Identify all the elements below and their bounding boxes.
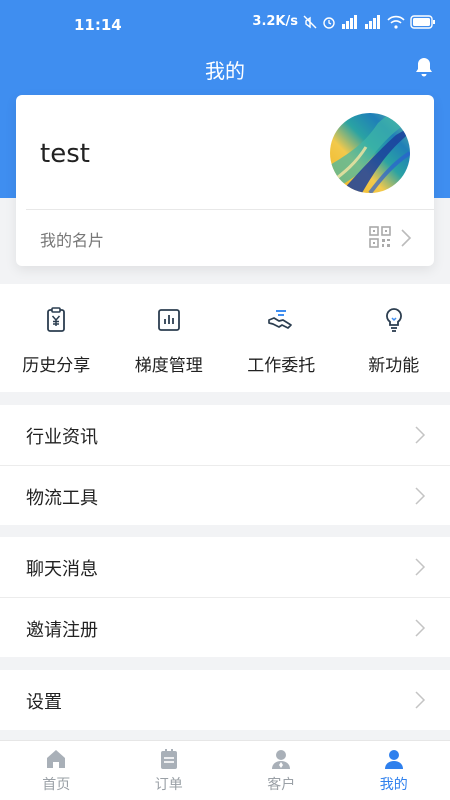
chevron-right-icon: [415, 426, 426, 444]
chevron-right-icon: [415, 691, 426, 709]
menu-label: 物流工具: [26, 488, 98, 509]
menu-label: 邀请注册: [26, 620, 98, 641]
avatar[interactable]: [330, 113, 410, 193]
business-card-row[interactable]: 我的名片: [16, 210, 434, 266]
menu-group-1: 行业资讯 物流工具: [0, 405, 450, 525]
feature-label: 历史分享: [22, 356, 91, 376]
chevron-right-icon: [401, 229, 412, 247]
tab-label: 订单: [154, 777, 183, 793]
battery-icon: [410, 14, 435, 29]
menu-group-2: 聊天消息 邀请注册: [0, 537, 450, 657]
menu-label: 行业资讯: [26, 427, 98, 448]
feature-label: 梯度管理: [134, 356, 203, 376]
feature-label: 新功能: [368, 356, 420, 376]
tab-mine[interactable]: 我的: [338, 741, 450, 800]
person-icon: [384, 750, 403, 769]
tab-orders[interactable]: 订单: [113, 741, 226, 800]
feature-work-delegation[interactable]: 工作委托: [225, 284, 338, 392]
tab-label: 客户: [267, 777, 296, 793]
status-bar: 11:14 3.2K/s: [0, 0, 450, 50]
chevron-right-icon: [415, 558, 426, 576]
feature-gradient-management[interactable]: 梯度管理: [113, 284, 226, 392]
status-icons: 3.2K/s: [252, 14, 436, 29]
lightbulb-icon: [385, 308, 402, 332]
order-icon: [160, 749, 177, 769]
signal-icon-2: [365, 14, 380, 29]
username: test: [40, 139, 90, 169]
home-icon: [47, 750, 66, 768]
bell-icon[interactable]: [414, 56, 434, 78]
business-card-label: 我的名片: [40, 231, 105, 250]
menu-label: 聊天消息: [26, 559, 98, 580]
signal-icon: [342, 14, 357, 29]
bottom-tab-bar: 首页 订单 客户 我的: [0, 740, 450, 800]
chevron-right-icon: [415, 487, 426, 505]
qr-code-icon: [369, 226, 391, 248]
tab-customers[interactable]: 客户: [225, 741, 338, 800]
menu-label: 设置: [26, 692, 62, 713]
menu-item-chat-messages[interactable]: 聊天消息: [0, 537, 450, 597]
menu-group-3: 设置: [0, 670, 450, 730]
feature-label: 工作委托: [247, 356, 316, 376]
profile-card: test 我的名片: [16, 95, 434, 266]
handshake-icon: [268, 310, 293, 329]
wifi-icon: [387, 15, 405, 29]
page-title: 我的: [205, 59, 245, 83]
tab-label: 首页: [42, 777, 71, 793]
tab-label: 我的: [379, 777, 408, 793]
menu-item-industry-news[interactable]: 行业资讯: [0, 405, 450, 465]
menu-item-invite-register[interactable]: 邀请注册: [0, 597, 450, 657]
feature-new-function[interactable]: 新功能: [338, 284, 450, 392]
feature-history-share[interactable]: 历史分享: [0, 284, 113, 392]
bar-chart-icon: [157, 309, 180, 331]
alarm-icon: [323, 16, 335, 29]
status-time: 11:14: [74, 16, 122, 34]
tab-home[interactable]: 首页: [0, 741, 113, 800]
feature-grid: 历史分享 梯度管理 工作委托 新功能: [0, 284, 450, 392]
chevron-right-icon: [415, 619, 426, 637]
receipt-yen-icon: [47, 307, 66, 332]
mute-icon: [303, 15, 317, 28]
customer-icon: [272, 750, 291, 769]
menu-item-logistics-tools[interactable]: 物流工具: [0, 465, 450, 525]
avatar-image: [330, 113, 410, 193]
network-speed: 3.2K/s: [252, 14, 298, 29]
menu-item-settings[interactable]: 设置: [0, 670, 450, 730]
